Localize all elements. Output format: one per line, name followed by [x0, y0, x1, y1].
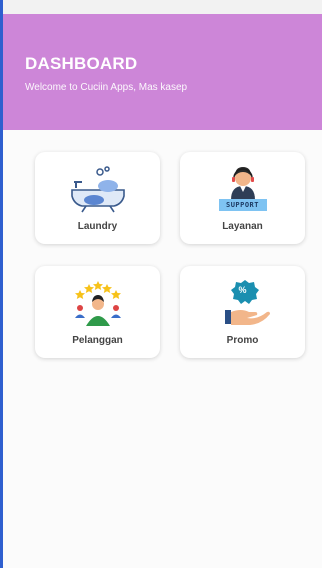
support-badge-text: SUPPORT	[225, 201, 259, 209]
menu-card-pelanggan[interactable]: Pelanggan	[35, 266, 160, 358]
menu-card-laundry[interactable]: Laundry	[35, 152, 160, 244]
menu-card-layanan[interactable]: SUPPORT Layanan	[180, 152, 305, 244]
welcome-text: Welcome to Cuciin Apps, Mas kasep	[25, 82, 188, 93]
menu-label-laundry: Laundry	[77, 221, 118, 232]
menu-label-pelanggan: Pelanggan	[72, 335, 123, 346]
washing-basin-icon	[70, 166, 125, 213]
page-title: DASHBOARD	[25, 54, 138, 73]
menu-card-promo[interactable]: % Promo	[180, 266, 305, 358]
status-bar	[3, 0, 322, 14]
menu-label-layanan: Layanan	[222, 221, 263, 232]
app-screen: DASHBOARD Welcome to Cuciin Apps, Mas ka…	[0, 0, 322, 568]
promo-percent-badge: %	[238, 285, 247, 295]
customer-rating-icon	[74, 281, 121, 326]
dashboard-header: DASHBOARD Welcome to Cuciin Apps, Mas ka…	[3, 14, 322, 130]
menu-label-promo: Promo	[226, 335, 259, 346]
